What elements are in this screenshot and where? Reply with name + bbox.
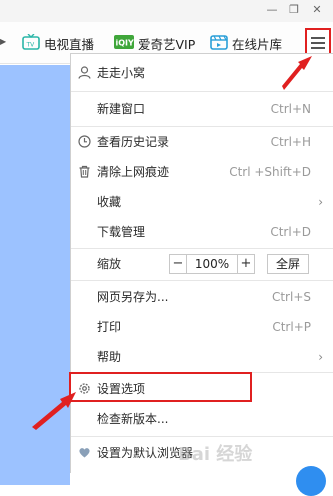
watermark: Bai 经验 [178,444,253,465]
arrow-to-settings [32,392,76,430]
arrow-to-menu-button [282,56,312,90]
floating-bubble[interactable] [296,466,326,496]
annotation-arrows [32,56,312,430]
